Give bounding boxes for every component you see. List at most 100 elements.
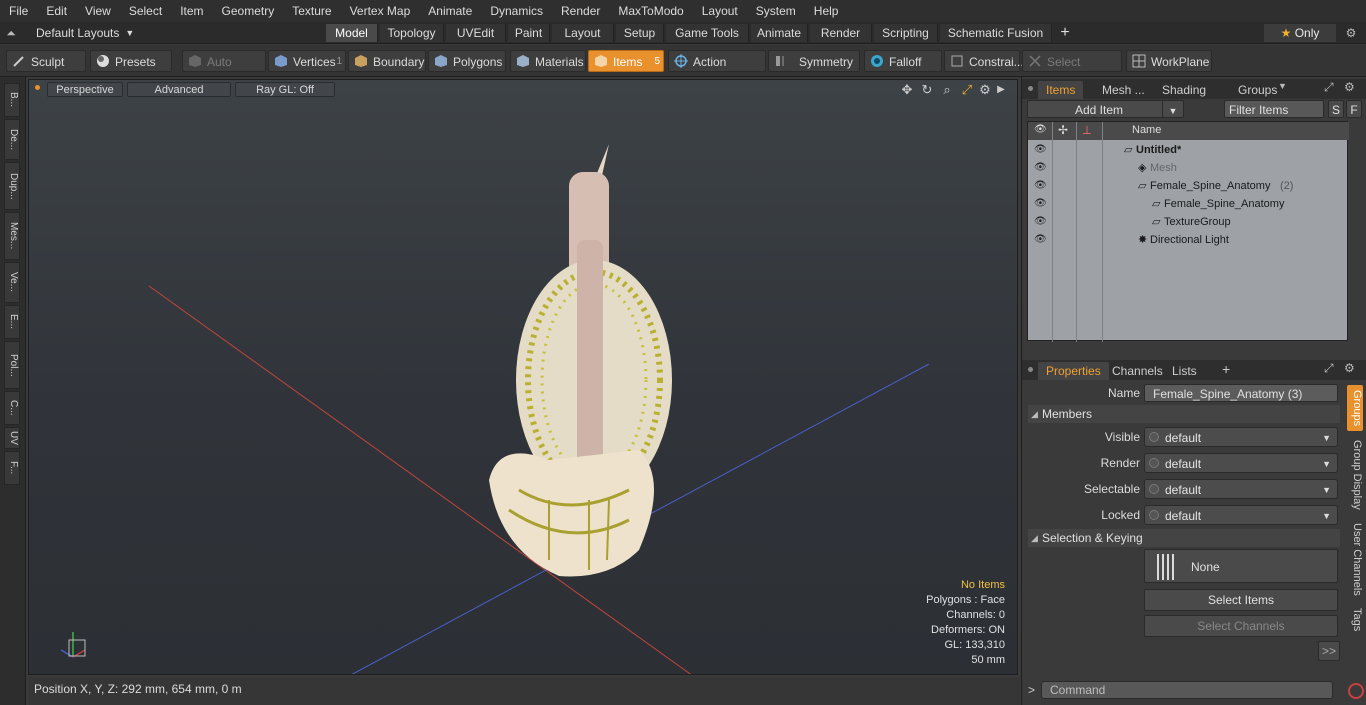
- perspective-button[interactable]: Perspective: [47, 82, 123, 97]
- tree-row[interactable]: 👁 ✸ Directional Light: [1028, 231, 1349, 249]
- menu-item-file[interactable]: File: [0, 0, 37, 22]
- presets-button[interactable]: Presets: [90, 50, 172, 72]
- action-center-button[interactable]: Action Center: [668, 50, 766, 91]
- tab-schematic-fusion[interactable]: Schematic Fusion: [940, 24, 1052, 42]
- constraints-button[interactable]: Constrai...: [944, 50, 1024, 72]
- more-button[interactable]: >>: [1318, 641, 1340, 661]
- tab-properties[interactable]: Properties: [1038, 362, 1109, 380]
- visibility-eye-icon[interactable]: 👁: [1034, 144, 1047, 156]
- left-strip-tab[interactable]: Ve...: [4, 262, 20, 303]
- menu-item-texture[interactable]: Texture: [283, 0, 340, 22]
- tree-row[interactable]: 👁 ▱ Untitled*: [1028, 141, 1349, 159]
- side-tab-tags[interactable]: Tags: [1347, 603, 1363, 637]
- vertices-button[interactable]: Vertices 1: [268, 50, 346, 72]
- render-dropdown[interactable]: default ▼: [1144, 453, 1338, 473]
- left-strip-tab[interactable]: F...: [4, 451, 20, 485]
- tree-row[interactable]: 👁 ◈ Mesh: [1028, 159, 1349, 177]
- add-tab-icon[interactable]: +: [1056, 23, 1074, 43]
- menu-item-edit[interactable]: Edit: [37, 0, 76, 22]
- zoom-view-icon[interactable]: ⌕: [939, 82, 955, 98]
- filter-items-input[interactable]: Filter Items: [1224, 100, 1324, 118]
- menu-item-maxtomodo[interactable]: MaxToModo: [609, 0, 692, 22]
- item-tree[interactable]: 👁 ✢ ⟂ Name 👁 ▱ Untitled* 👁 ◈ Mesh 👁 ▱ Female_Spi…: [1027, 121, 1349, 342]
- select-channels-button[interactable]: Select Channels: [1144, 615, 1338, 637]
- left-strip-tab[interactable]: Pol...: [4, 341, 20, 389]
- symmetry-button[interactable]: Symmetry: [768, 50, 860, 72]
- keyframe-toggle-icon[interactable]: [1149, 458, 1159, 468]
- tab-lists[interactable]: Lists: [1164, 362, 1205, 380]
- side-tab-group-display[interactable]: Group Display: [1347, 435, 1363, 515]
- falloff-button[interactable]: Falloff: [864, 50, 942, 72]
- 3d-viewport[interactable]: Perspective Advanced Ray GL: Off ✥ ↻ ⌕ ⤢…: [28, 79, 1018, 675]
- add-props-tab-icon[interactable]: +: [1222, 361, 1230, 377]
- menu-item-view[interactable]: View: [76, 0, 120, 22]
- tab-paint[interactable]: Paint: [508, 24, 550, 42]
- menu-item-select[interactable]: Select: [120, 0, 171, 22]
- viewport-gear-icon[interactable]: ⚙: [977, 82, 993, 98]
- left-strip-tab[interactable]: UV: [4, 427, 20, 449]
- expand-icon[interactable]: ⤢: [1324, 80, 1334, 95]
- move-view-icon[interactable]: ✥: [899, 82, 915, 98]
- layouts-selector[interactable]: ⏶ Default Layouts ▼: [4, 22, 134, 44]
- tree-row[interactable]: 👁 ▱ Female_Spine_Anatomy: [1028, 195, 1349, 213]
- menu-item-geometry[interactable]: Geometry: [213, 0, 284, 22]
- tab-game-tools[interactable]: Game Tools: [666, 24, 749, 42]
- visibility-eye-icon[interactable]: 👁: [1034, 180, 1047, 192]
- name-field[interactable]: Female_Spine_Anatomy (3): [1144, 384, 1338, 402]
- gear-icon[interactable]: ⚙: [1342, 24, 1360, 42]
- left-strip-tab[interactable]: Mes...: [4, 212, 20, 260]
- collapse-icon[interactable]: ⏶: [4, 26, 18, 41]
- select-through-button[interactable]: Select Through: [1022, 50, 1122, 91]
- visible-dropdown[interactable]: default ▼: [1144, 427, 1338, 447]
- tree-row[interactable]: 👁 ▱ TextureGroup: [1028, 213, 1349, 231]
- menu-item-vertex-map[interactable]: Vertex Map: [341, 0, 420, 22]
- command-input[interactable]: Command: [1041, 681, 1333, 699]
- tab-uvedit[interactable]: UVEdit: [446, 24, 506, 42]
- items-gear-icon[interactable]: ⚙: [1344, 80, 1355, 94]
- workplane-button[interactable]: WorkPlane: [1126, 50, 1212, 72]
- advanced-button[interactable]: Advanced: [127, 82, 231, 97]
- selection-keying-section[interactable]: ◢ Selection & Keying: [1028, 529, 1340, 547]
- f-button[interactable]: F: [1346, 100, 1362, 118]
- tab-shading[interactable]: Shading: [1154, 81, 1214, 99]
- menu-item-system[interactable]: System: [747, 0, 805, 22]
- sculpt-button[interactable]: Sculpt: [6, 50, 86, 72]
- keyframe-toggle-icon[interactable]: [1149, 432, 1159, 442]
- ray-gl-button[interactable]: Ray GL: Off: [235, 82, 335, 97]
- tab-topology[interactable]: Topology: [380, 24, 444, 42]
- left-strip-tab[interactable]: E...: [4, 305, 20, 339]
- items-button[interactable]: Items 5: [588, 50, 664, 72]
- tab-channels[interactable]: Channels: [1104, 362, 1171, 380]
- add-item-button[interactable]: Add Item: [1027, 100, 1171, 118]
- add-item-dropdown-icon[interactable]: ▼: [1162, 100, 1184, 118]
- locked-dropdown[interactable]: default ▼: [1144, 505, 1338, 525]
- menu-item-help[interactable]: Help: [805, 0, 848, 22]
- keyframe-toggle-icon[interactable]: [1149, 510, 1159, 520]
- visibility-eye-icon[interactable]: 👁: [1034, 198, 1047, 210]
- rotate-view-icon[interactable]: ↻: [919, 82, 935, 98]
- menu-item-item[interactable]: Item: [171, 0, 212, 22]
- side-tab-user-channels[interactable]: User Channels: [1347, 519, 1363, 599]
- left-strip-tab[interactable]: C...: [4, 391, 20, 425]
- record-icon[interactable]: [1348, 683, 1364, 699]
- tab-render[interactable]: Render: [810, 24, 872, 42]
- menu-item-layout[interactable]: Layout: [693, 0, 747, 22]
- tab-mesh[interactable]: Mesh ...: [1094, 81, 1153, 99]
- materials-button[interactable]: Materials: [510, 50, 586, 72]
- left-strip-tab[interactable]: Dup...: [4, 162, 20, 210]
- props-expand-icon[interactable]: ⤢: [1324, 361, 1334, 376]
- auto-select-button[interactable]: Auto Select: [182, 50, 266, 91]
- maximize-view-icon[interactable]: ⤢: [959, 82, 975, 98]
- polygons-button[interactable]: Polygons: [428, 50, 506, 72]
- tab-scripting[interactable]: Scripting: [874, 24, 938, 42]
- tab-model[interactable]: Model: [326, 24, 378, 42]
- visibility-eye-icon[interactable]: 👁: [1034, 234, 1047, 246]
- tab-items[interactable]: Items: [1038, 81, 1084, 99]
- menu-item-animate[interactable]: Animate: [419, 0, 481, 22]
- tab-animate[interactable]: Animate: [751, 24, 808, 42]
- props-gear-icon[interactable]: ⚙: [1344, 361, 1355, 375]
- side-tab-groups[interactable]: Groups: [1347, 385, 1363, 431]
- visibility-eye-icon[interactable]: 👁: [1034, 216, 1047, 228]
- left-strip-tab[interactable]: De...: [4, 119, 20, 160]
- s-button[interactable]: S: [1328, 100, 1344, 118]
